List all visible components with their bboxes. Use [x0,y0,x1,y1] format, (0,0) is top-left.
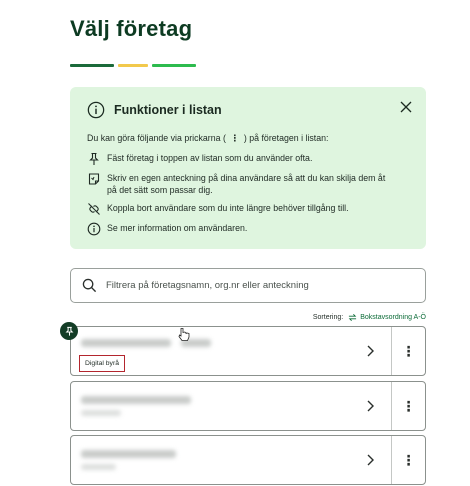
more-options-button[interactable]: ⋮ [392,436,425,484]
info-panel: Funktioner i listan Du kan göra följande… [70,87,426,249]
sort-label: Sortering: [312,314,344,321]
intro-text-after: ) på företagen i listan: [243,133,329,143]
function-text: Fäst företag i toppen av listan som du a… [107,153,313,163]
company-orgnr-redacted [81,410,121,416]
page-title: Välj företag [70,16,193,41]
stripe-yellow [118,64,148,67]
chevron-right-icon[interactable] [366,344,375,358]
search-icon [82,278,97,293]
function-item-unlink: Koppla bort användare som du inte längre… [87,202,412,216]
company-card[interactable]: Digital byrå ⋮ [70,326,426,376]
company-name-redacted [81,396,191,404]
company-name-redacted [81,339,171,347]
kebab-inline-icon: ⋮ [230,132,240,143]
sort-button[interactable]: Bokstavsordning A-Ö [348,313,426,322]
unlink-icon [88,203,100,215]
function-text: Se mer information om användaren. [107,223,248,233]
info-title: Funktioner i listan [114,103,222,117]
close-icon[interactable] [398,99,414,115]
sort-arrows-icon [348,314,357,321]
chevron-right-icon[interactable] [366,399,375,413]
sort-control: Sortering: Bokstavsordning A-Ö [313,313,426,322]
more-options-button[interactable]: ⋮ [392,382,425,430]
decorative-stripes [70,64,196,67]
function-text: Koppla bort användare som du inte längre… [107,203,349,213]
company-card[interactable]: ⋮ [70,381,426,431]
sort-value: Bokstavsordning A-Ö [360,314,426,321]
function-item-info: Se mer information om användaren. [87,222,412,236]
info-circle-icon [87,101,105,119]
company-orgnr-redacted [81,464,116,470]
function-text: Skriv en egen anteckning på dina använda… [107,173,386,195]
function-item-pin: Fäst företag i toppen av listan som du a… [87,152,412,166]
stripe-green [70,64,114,67]
pin-icon [65,326,73,336]
search-input[interactable] [106,280,406,291]
info-icon [87,222,101,236]
chevron-right-icon[interactable] [366,453,375,467]
hand-cursor-icon [178,328,190,341]
note-icon [88,173,100,185]
info-header: Funktioner i listan [87,97,412,123]
pinned-badge [60,322,78,340]
stripe-lightgreen [152,64,196,67]
company-card[interactable]: ⋮ [70,435,426,485]
tag-badge: Digital byrå [79,355,125,372]
info-intro: Du kan göra följande via prickarna ( ⋮ )… [87,130,412,146]
intro-text-before: Du kan göra följande via prickarna ( [87,133,226,143]
company-name-redacted [81,450,176,458]
pin-icon [89,152,99,165]
more-options-button[interactable]: ⋮ [392,327,425,375]
search-field[interactable] [70,268,426,303]
function-item-note: Skriv en egen anteckning på dina använda… [87,172,412,196]
